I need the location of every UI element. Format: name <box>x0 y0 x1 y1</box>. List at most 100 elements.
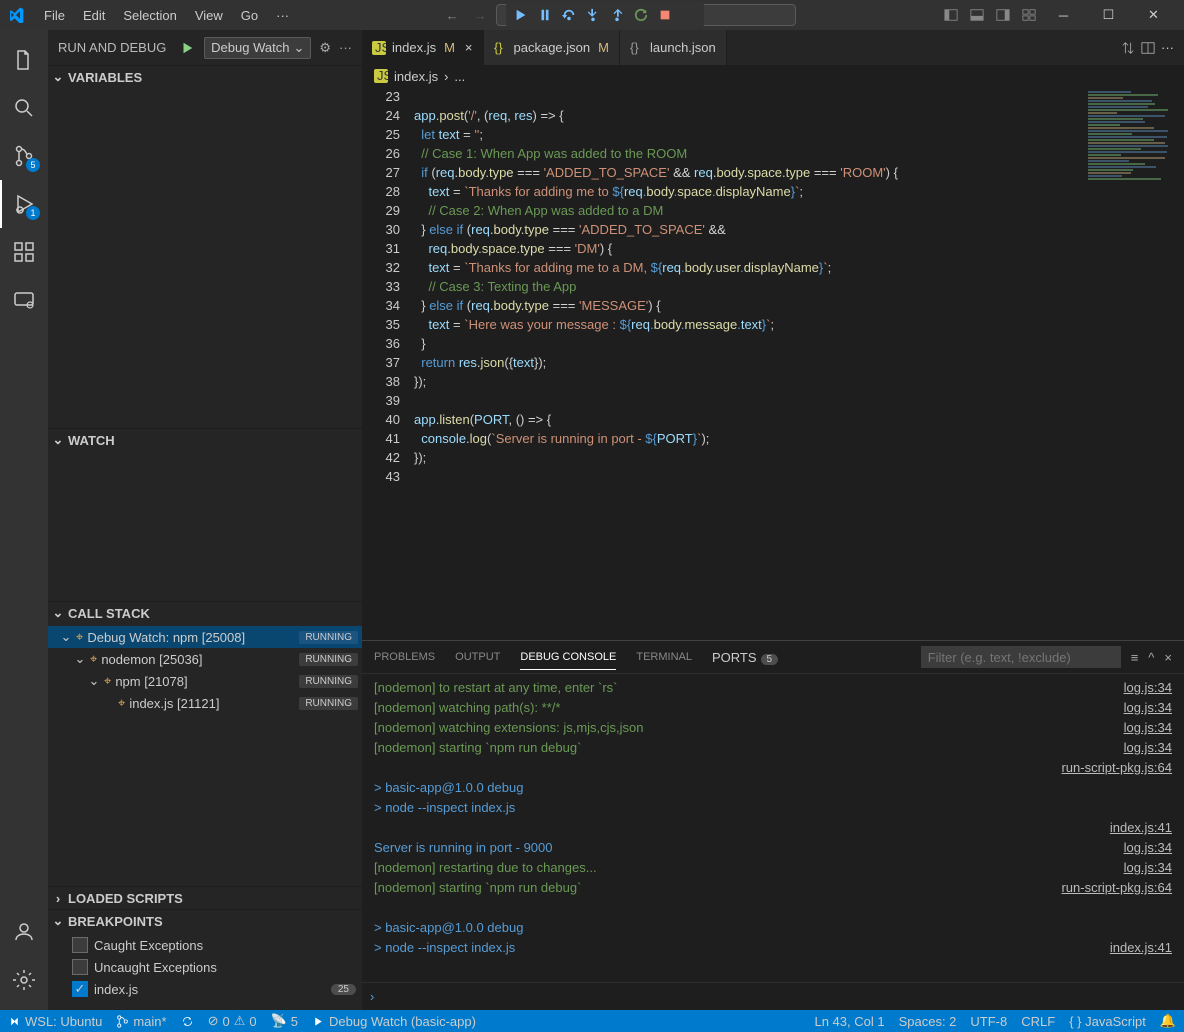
watch-section[interactable]: ⌄WATCH <box>48 429 362 451</box>
bell-icon: 🔔 <box>1160 1013 1176 1029</box>
step-out-icon[interactable] <box>606 4 628 26</box>
activity-accounts[interactable] <box>0 908 48 956</box>
status-remote[interactable]: WSL: Ubuntu <box>8 1014 102 1029</box>
breakpoint-row[interactable]: Uncaught Exceptions <box>48 956 362 978</box>
more-icon[interactable]: ··· <box>339 40 352 55</box>
command-center[interactable] <box>496 4 796 26</box>
compare-icon[interactable] <box>1121 41 1135 55</box>
tab-launch-json[interactable]: {} launch.json <box>620 30 727 65</box>
callstack-row[interactable]: ⌖index.js [21121]RUNNING <box>48 692 362 714</box>
debug-config-dropdown[interactable]: Debug Watch⌄ <box>204 37 311 59</box>
step-over-icon[interactable] <box>558 4 580 26</box>
scm-badge: 5 <box>26 158 40 172</box>
svg-text:JS: JS <box>377 69 388 83</box>
breakpoints-section[interactable]: ⌄BREAKPOINTS <box>48 910 362 932</box>
filter-input[interactable] <box>921 646 1121 668</box>
panel-tab-terminal[interactable]: TERMINAL <box>636 645 692 669</box>
activity-settings[interactable] <box>0 956 48 1004</box>
status-bell[interactable]: 🔔 <box>1160 1013 1176 1029</box>
panel-tab-ports[interactable]: PORTS5 <box>712 644 778 671</box>
activity-scm[interactable]: 5 <box>0 132 48 180</box>
layout-bottom-icon[interactable] <box>965 3 989 27</box>
breakpoint-row[interactable]: ✓index.js25 <box>48 978 362 1000</box>
tab-index-js[interactable]: JS index.jsM × <box>362 30 484 65</box>
callstack-row[interactable]: ⌄⌖nodemon [25036]RUNNING <box>48 648 362 670</box>
menu-file[interactable]: File <box>36 4 73 27</box>
customize-layout-icon[interactable] <box>1017 3 1041 27</box>
status-bar: WSL: Ubuntu main* ⊘0 ⚠0 📡5 Debug Watch (… <box>0 1010 1184 1032</box>
bottom-panel: PROBLEMS OUTPUT DEBUG CONSOLE TERMINAL P… <box>362 640 1184 1010</box>
menu-view[interactable]: View <box>187 4 231 27</box>
panel-close-icon[interactable]: × <box>1164 650 1172 665</box>
svg-text:{}: {} <box>494 41 503 55</box>
checkbox[interactable] <box>72 959 88 975</box>
activity-run-debug[interactable]: 1 <box>0 180 48 228</box>
activity-explorer[interactable] <box>0 36 48 84</box>
status-sync[interactable] <box>181 1015 194 1028</box>
activity-extensions[interactable] <box>0 228 48 276</box>
layout-secondary-icon[interactable] <box>991 3 1015 27</box>
step-into-icon[interactable] <box>582 4 604 26</box>
start-debug-button[interactable] <box>178 39 196 57</box>
remote-icon <box>8 1015 21 1028</box>
code-editor[interactable]: app.post('/', (req, res) => { let text =… <box>414 87 1084 640</box>
loaded-scripts-section[interactable]: ›LOADED SCRIPTS <box>48 887 362 909</box>
status-errors[interactable]: ⊘0 ⚠0 <box>208 1013 257 1029</box>
variables-section[interactable]: ⌄VARIABLES <box>48 66 362 88</box>
window-min[interactable]: ─ <box>1041 0 1086 30</box>
status-cursor[interactable]: Ln 43, Col 1 <box>814 1013 884 1029</box>
tab-package-json[interactable]: {} package.jsonM <box>484 30 620 65</box>
debug-console-input[interactable]: › <box>362 982 1184 1010</box>
nav-back[interactable]: ← <box>440 3 464 27</box>
layout-primary-icon[interactable] <box>939 3 963 27</box>
main-menu: File Edit Selection View Go ··· <box>36 4 297 27</box>
title-bar: File Edit Selection View Go ··· ← → <box>0 0 1184 30</box>
error-icon: ⊘ <box>208 1013 219 1029</box>
panel-tab-output[interactable]: OUTPUT <box>455 645 500 669</box>
panel-tab-debug-console[interactable]: DEBUG CONSOLE <box>520 645 616 669</box>
panel-tab-problems[interactable]: PROBLEMS <box>374 645 435 669</box>
status-eol[interactable]: CRLF <box>1021 1013 1055 1029</box>
panel-list-icon[interactable]: ≡ <box>1131 650 1139 665</box>
console-output[interactable]: [nodemon] to restart at any time, enter … <box>362 674 964 982</box>
dbg-chevron-down-icon[interactable] <box>678 4 700 26</box>
window-max[interactable]: ☐ <box>1086 0 1131 30</box>
svg-text:{}: {} <box>630 41 639 55</box>
split-icon[interactable] <box>1141 41 1155 55</box>
close-icon[interactable]: × <box>465 40 473 55</box>
status-spaces[interactable]: Spaces: 2 <box>899 1013 957 1029</box>
json-file-icon: {} <box>630 41 644 55</box>
debug-alt-icon <box>312 1015 325 1028</box>
checkbox[interactable]: ✓ <box>72 981 88 997</box>
tab-more-icon[interactable]: ··· <box>1161 40 1174 55</box>
stop-icon[interactable] <box>654 4 676 26</box>
callstack-row[interactable]: ⌄⌖Debug Watch: npm [25008]RUNNING <box>48 626 362 648</box>
chevron-down-icon: ⌄ <box>52 69 64 85</box>
continue-icon[interactable] <box>510 4 532 26</box>
status-language[interactable]: { } JavaScript <box>1069 1013 1146 1029</box>
menu-go[interactable]: Go <box>233 4 266 27</box>
callstack-section[interactable]: ⌄CALL STACK <box>48 602 362 624</box>
gear-icon[interactable]: ⚙ <box>319 40 331 56</box>
breakpoint-row[interactable]: Caught Exceptions <box>48 934 362 956</box>
panel-max-icon[interactable]: ^ <box>1148 650 1154 665</box>
restart-icon[interactable] <box>630 4 652 26</box>
menu-selection[interactable]: Selection <box>115 4 184 27</box>
callstack-row[interactable]: ⌄⌖npm [21078]RUNNING <box>48 670 362 692</box>
status-branch[interactable]: main* <box>116 1014 166 1029</box>
status-debug[interactable]: Debug Watch (basic-app) <box>312 1014 476 1029</box>
line-gutter[interactable]: 2324252627282930313233343536373839404142… <box>362 87 414 640</box>
branch-icon <box>116 1015 129 1028</box>
status-radio[interactable]: 📡5 <box>271 1013 298 1029</box>
checkbox[interactable] <box>72 937 88 953</box>
menu-edit[interactable]: Edit <box>75 4 113 27</box>
window-close[interactable]: ✕ <box>1131 0 1176 30</box>
pause-icon[interactable] <box>534 4 556 26</box>
activity-search[interactable] <box>0 84 48 132</box>
breadcrumb[interactable]: JS index.js›... <box>362 65 1184 87</box>
menu-overflow[interactable]: ··· <box>268 4 297 27</box>
nav-fwd[interactable]: → <box>468 3 492 27</box>
minimap[interactable] <box>1084 87 1184 640</box>
status-encoding[interactable]: UTF-8 <box>970 1013 1007 1029</box>
activity-remote[interactable] <box>0 276 48 324</box>
